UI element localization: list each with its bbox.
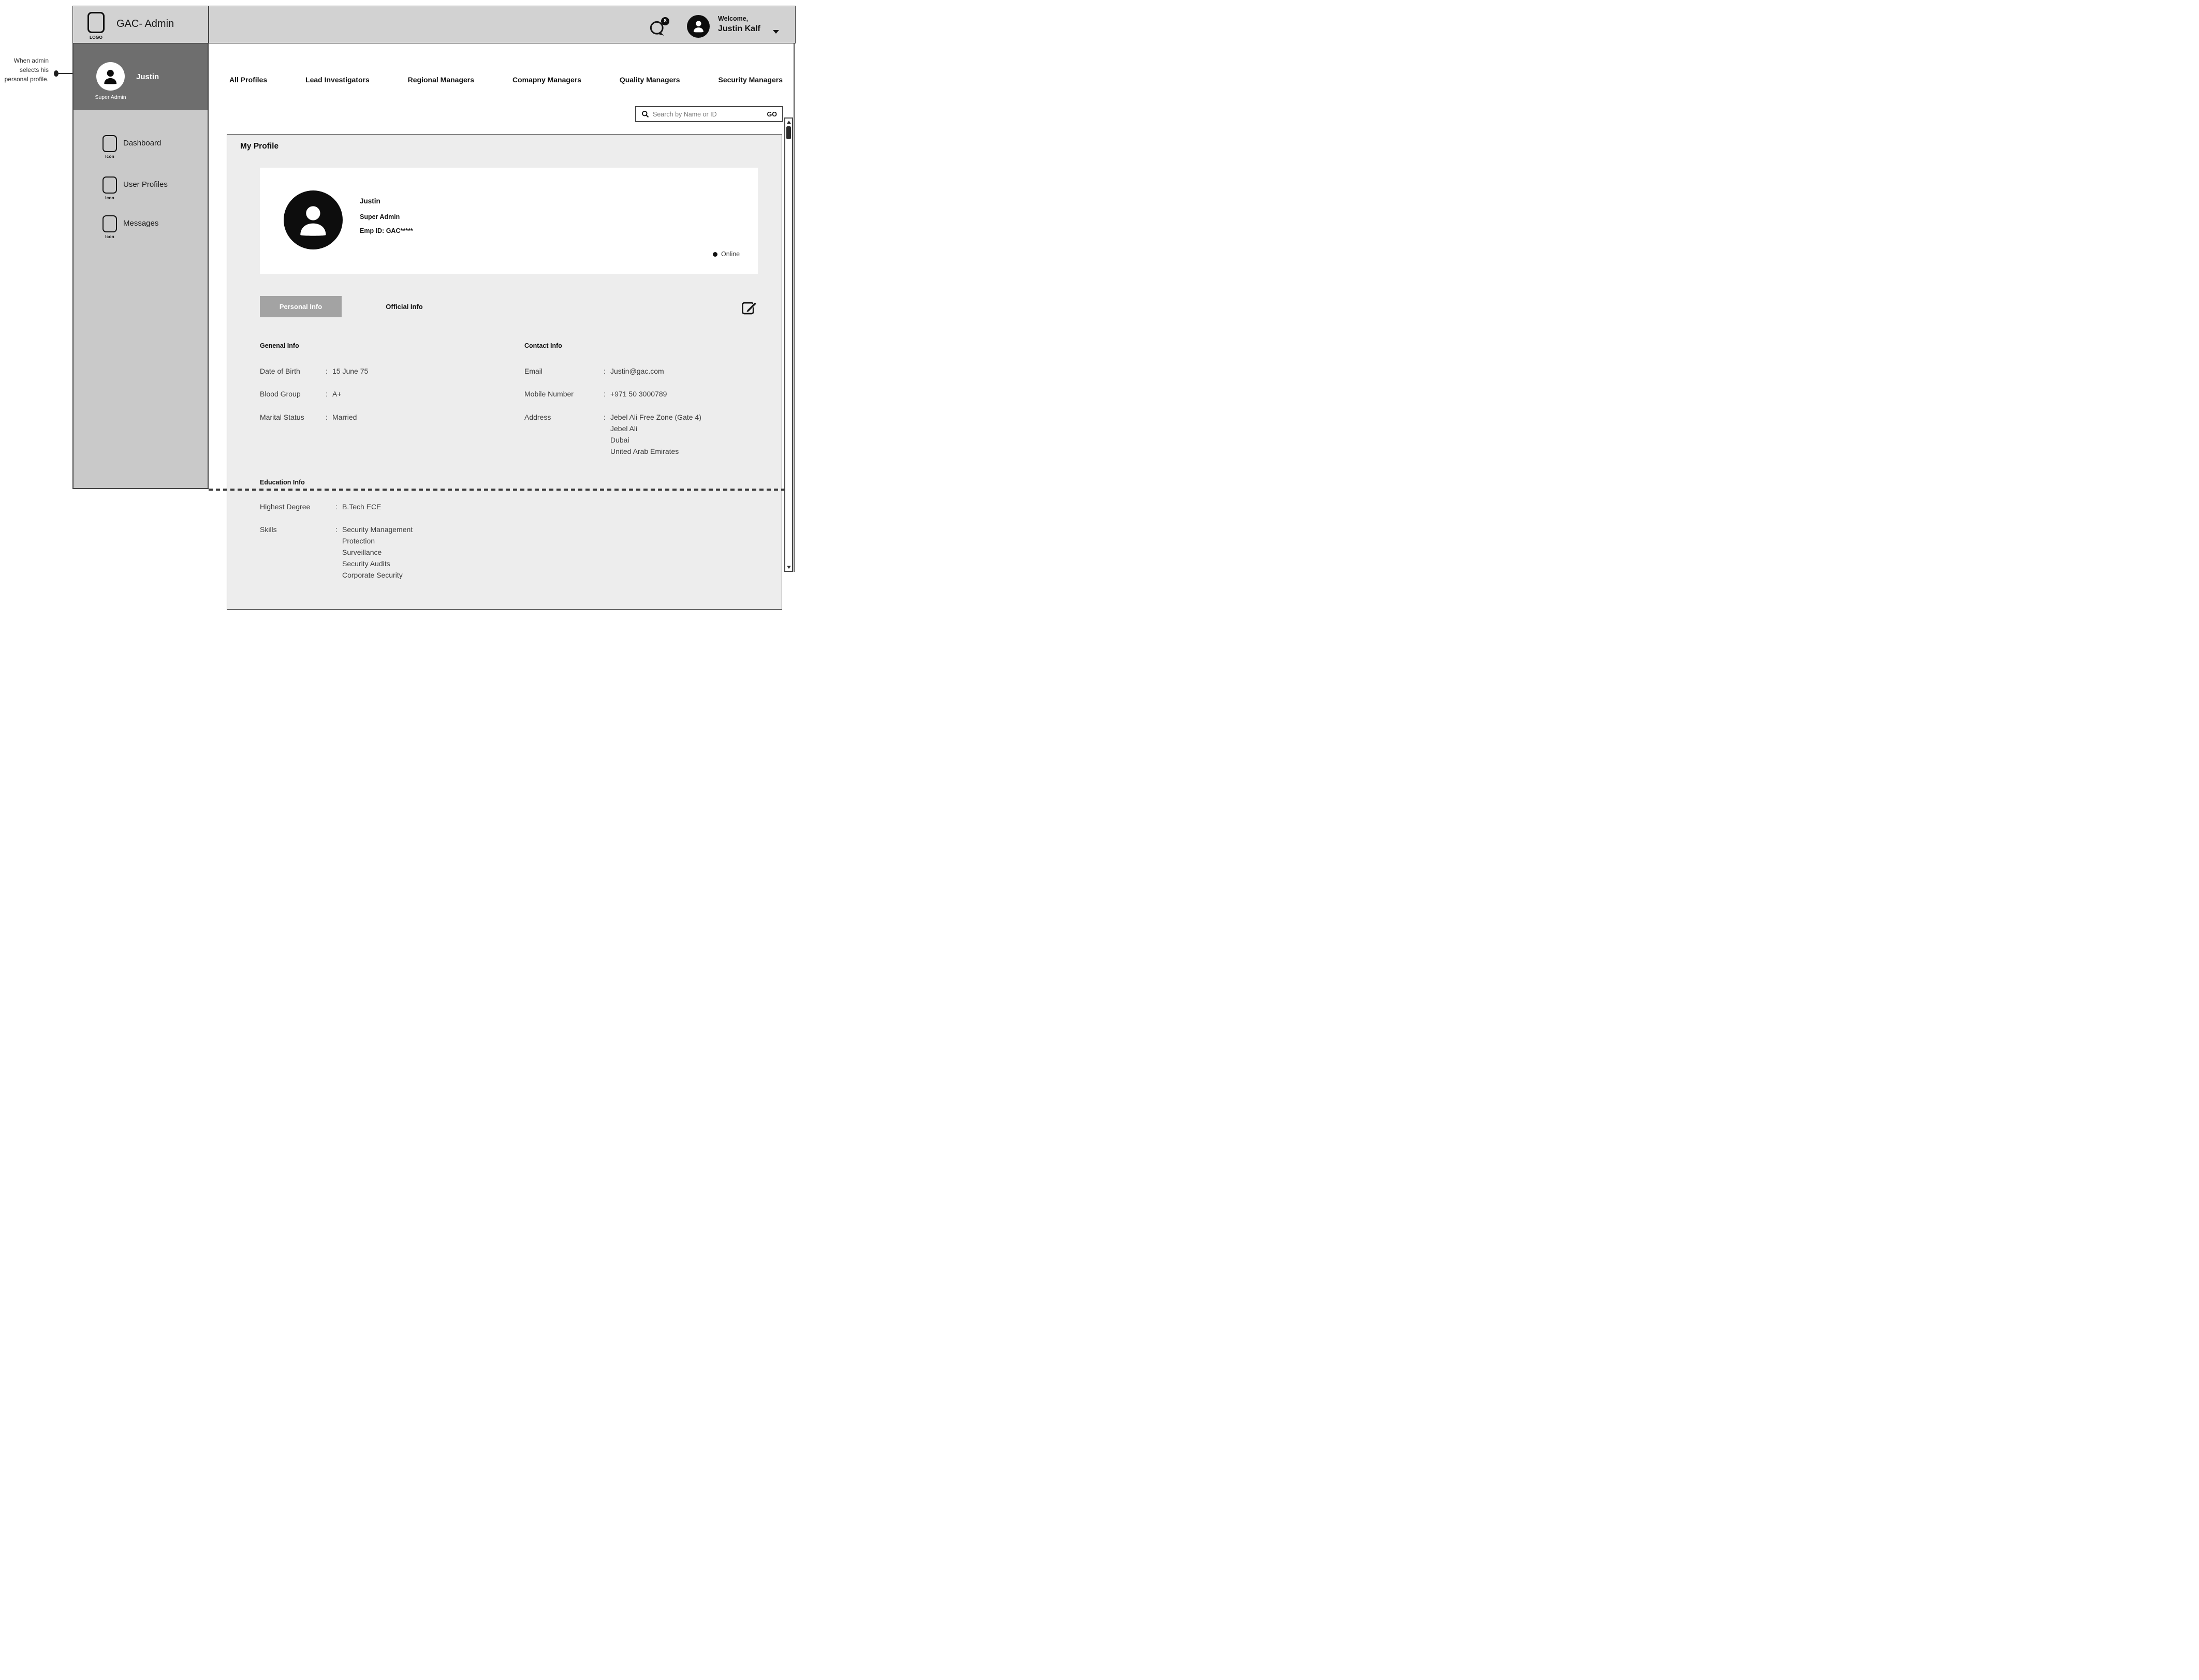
sidebar: Justin Super Admin Icon Dashboard Icon U… [72, 43, 209, 489]
search-go-button[interactable]: GO [767, 111, 777, 118]
separator: : [604, 388, 610, 400]
icon-caption: Icon [99, 195, 120, 200]
separator: : [604, 365, 610, 377]
field-mobile-number: Mobile Number : +971 50 3000789 [524, 388, 667, 400]
tab-company-managers[interactable]: Comapny Managers [512, 76, 581, 84]
sidebar-profile-avatar [96, 62, 125, 91]
field-label: Highest Degree [260, 501, 335, 512]
field-value: Justin@gac.com [610, 365, 664, 377]
field-label: Mobile Number [524, 388, 604, 400]
user-name: Justin Kalf [718, 24, 760, 34]
field-label: Address [524, 411, 604, 457]
field-email: Email : Justin@gac.com [524, 365, 664, 377]
search-input[interactable] [649, 111, 767, 118]
online-status-dot [713, 252, 717, 257]
field-label: Email [524, 365, 604, 377]
profile-avatar [284, 190, 343, 249]
separator: : [335, 501, 342, 512]
logo-caption: LOGO [84, 35, 108, 40]
welcome-text: Welcome, [718, 15, 748, 22]
field-date-of-birth: Date of Birth : 15 June 75 [260, 365, 368, 377]
edit-profile-button[interactable] [741, 299, 757, 315]
field-value: +971 50 3000789 [610, 388, 667, 400]
field-value: Security Management Protection Surveilla… [342, 524, 413, 581]
field-value: 15 June 75 [332, 365, 368, 377]
profile-name: Justin [360, 197, 380, 205]
tab-regional-managers[interactable]: Regional Managers [408, 76, 474, 84]
header-bar: LOGO GAC- Admin 8 Welcome, Justin Kalf [72, 6, 796, 43]
icon-caption: Icon [99, 154, 120, 159]
separator: : [326, 388, 332, 400]
search-icon [641, 110, 649, 118]
edit-pencil-icon [741, 299, 757, 315]
field-label: Blood Group [260, 388, 326, 400]
user-menu-caret-icon[interactable] [773, 30, 779, 34]
annotation-note: When admin selects his personal profile. [2, 56, 49, 84]
sidebar-item-user-profiles[interactable]: Icon User Profiles [74, 176, 208, 209]
messages-icon [102, 215, 117, 232]
field-address: Address : Jebel Ali Free Zone (Gate 4) J… [524, 411, 701, 457]
icon-caption: Icon [99, 234, 120, 239]
field-label: Date of Birth [260, 365, 326, 377]
contact-info-heading: Contact Info [524, 342, 562, 349]
profile-emp-id: Emp ID: GAC***** [360, 227, 413, 234]
logo-section: LOGO GAC- Admin [73, 6, 209, 43]
tab-official-info[interactable]: Official Info [373, 296, 435, 317]
my-profile-panel: My Profile Justin Super Admin Emp ID: GA… [227, 134, 782, 610]
fold-dashed-line [209, 489, 785, 491]
tab-quality-managers[interactable]: Quality Managers [620, 76, 680, 84]
tab-security-managers[interactable]: Security Managers [719, 76, 783, 84]
tab-lead-investigators[interactable]: Lead Investigators [305, 76, 370, 84]
online-status-label: Online [721, 250, 740, 258]
app-canvas: When admin selects his personal profile.… [0, 0, 800, 611]
separator: : [326, 365, 332, 377]
general-info-heading: Genenal Info [260, 342, 299, 349]
sidebar-profile-role: Super Admin [84, 94, 137, 100]
field-blood-group: Blood Group : A+ [260, 388, 342, 400]
search-bar: GO [635, 106, 783, 122]
sidebar-item-label: Messages [123, 219, 158, 228]
sidebar-item-label: Dashboard [123, 139, 161, 148]
sidebar-profile-name: Justin [136, 72, 159, 81]
separator: : [335, 524, 342, 581]
scrollbar-up-arrow-icon[interactable] [787, 121, 791, 124]
dashboard-icon [102, 135, 117, 152]
field-value: B.Tech ECE [342, 501, 381, 512]
sidebar-item-label: User Profiles [123, 180, 168, 189]
sidebar-item-messages[interactable]: Icon Messages [74, 215, 208, 247]
vertical-scrollbar[interactable] [784, 117, 793, 572]
status-badge: Online [713, 250, 740, 258]
user-avatar[interactable] [687, 15, 710, 38]
page-title: My Profile [240, 142, 278, 151]
logo-placeholder [87, 12, 105, 33]
tab-personal-info[interactable]: Personal Info [260, 296, 342, 317]
field-value: A+ [332, 388, 342, 400]
scrollbar-thumb[interactable] [786, 126, 791, 139]
field-marital-status: Marital Status : Married [260, 411, 357, 423]
notification-count-badge: 8 [661, 17, 669, 25]
education-info-heading: Education Info [260, 479, 305, 486]
app-title: GAC- Admin [116, 18, 174, 30]
tab-all-profiles[interactable]: All Profiles [229, 76, 267, 84]
field-highest-degree: Highest Degree : B.Tech ECE [260, 501, 381, 512]
user-profiles-icon [102, 176, 117, 194]
separator: : [604, 411, 610, 457]
profile-summary-card: Justin Super Admin Emp ID: GAC***** Onli… [260, 168, 758, 274]
sidebar-profile-selected[interactable]: Justin Super Admin [74, 43, 208, 110]
field-label: Marital Status [260, 411, 326, 423]
field-skills: Skills : Security Management Protection … [260, 524, 413, 581]
field-value: Jebel Ali Free Zone (Gate 4) Jebel Ali D… [610, 411, 701, 457]
separator: : [326, 411, 332, 423]
scrollbar-down-arrow-icon[interactable] [787, 566, 791, 569]
field-value: Married [332, 411, 357, 423]
sidebar-item-dashboard[interactable]: Icon Dashboard [74, 135, 208, 167]
profile-role: Super Admin [360, 213, 400, 220]
field-label: Skills [260, 524, 335, 581]
profile-category-tabs: All Profiles Lead Investigators Regional… [229, 69, 783, 91]
content-right-border [794, 43, 795, 572]
